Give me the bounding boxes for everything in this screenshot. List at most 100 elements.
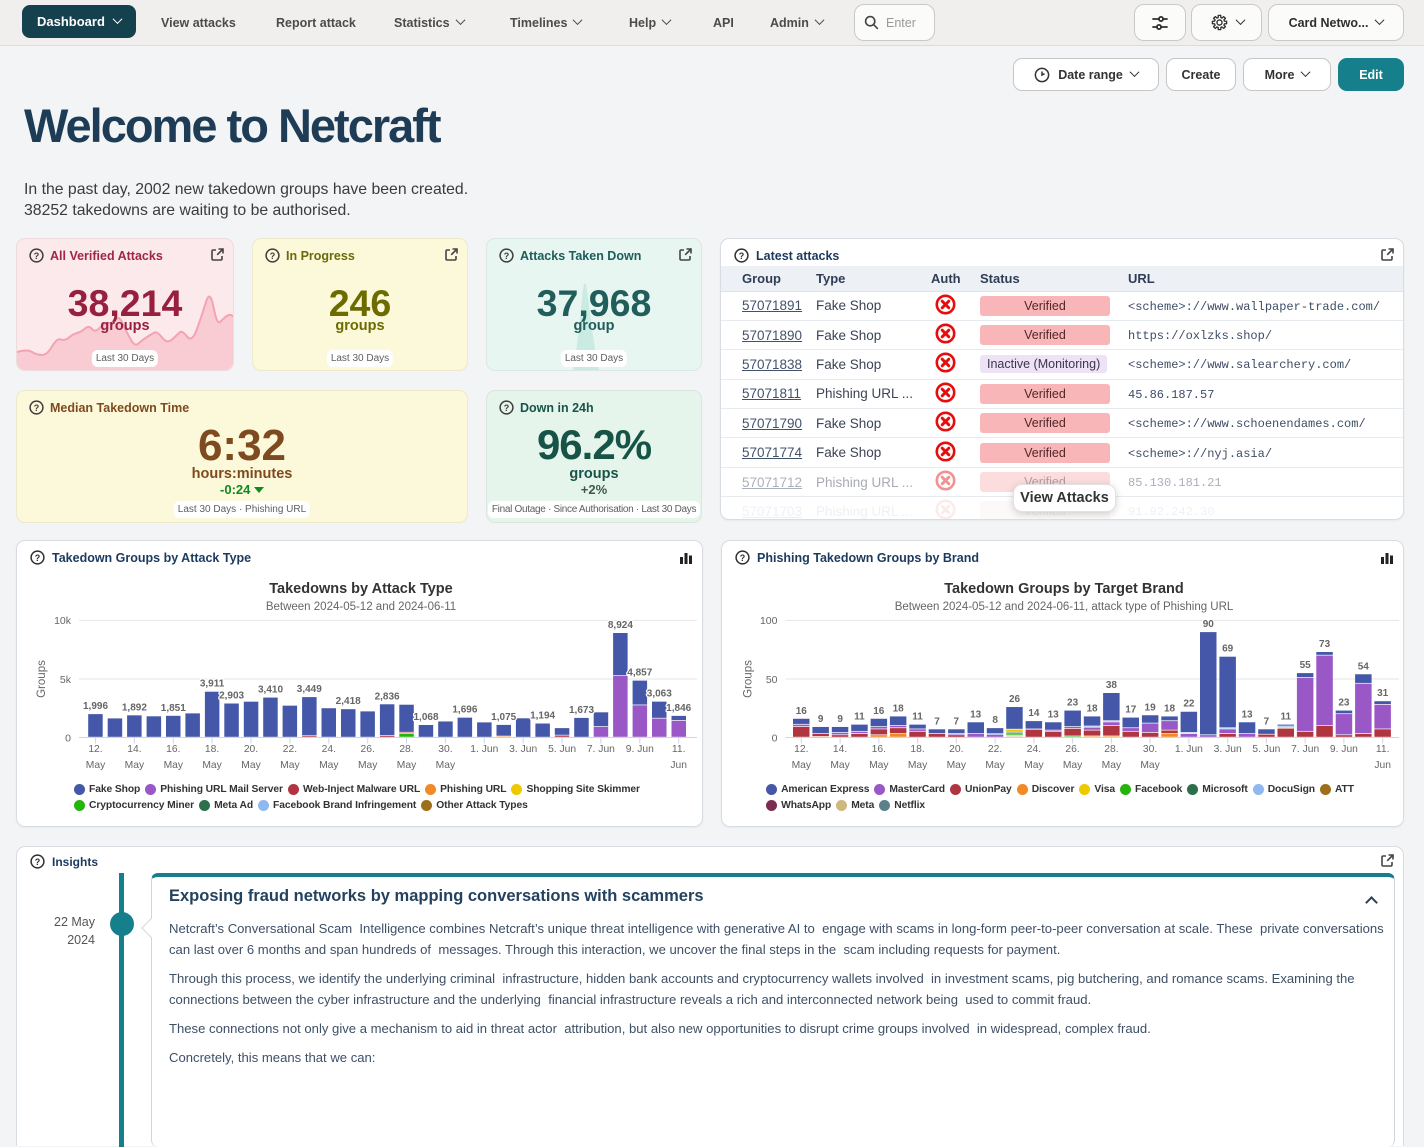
svg-text:18: 18 bbox=[1086, 703, 1098, 714]
svg-text:38: 38 bbox=[1106, 680, 1118, 691]
svg-text:23: 23 bbox=[1067, 698, 1079, 709]
svg-text:1,075: 1,075 bbox=[491, 712, 516, 723]
svg-text:3. Jun: 3. Jun bbox=[1214, 744, 1242, 755]
svg-text:Jun: Jun bbox=[1374, 760, 1391, 771]
svg-text:8: 8 bbox=[992, 715, 998, 726]
svg-text:May: May bbox=[1063, 760, 1083, 771]
svg-text:16.: 16. bbox=[166, 744, 180, 755]
svg-text:22: 22 bbox=[1183, 699, 1195, 710]
svg-text:16.: 16. bbox=[872, 744, 886, 755]
svg-text:9: 9 bbox=[837, 714, 843, 725]
svg-text:?: ? bbox=[34, 403, 40, 413]
svg-text:1,996: 1,996 bbox=[83, 701, 108, 712]
svg-text:May: May bbox=[1140, 760, 1160, 771]
svg-text:Takedown Groups by Target Bran: Takedown Groups by Target Brand bbox=[944, 581, 1184, 597]
svg-text:May: May bbox=[1024, 760, 1044, 771]
svg-text:13: 13 bbox=[1241, 709, 1253, 720]
svg-text:17: 17 bbox=[1125, 705, 1137, 716]
svg-text:May: May bbox=[436, 760, 456, 771]
svg-text:5. Jun: 5. Jun bbox=[1252, 744, 1280, 755]
svg-text:Takedowns by Attack Type: Takedowns by Attack Type bbox=[269, 581, 452, 597]
svg-text:?: ? bbox=[34, 251, 40, 261]
svg-text:8,924: 8,924 bbox=[608, 620, 633, 631]
svg-text:May: May bbox=[908, 760, 928, 771]
svg-text:22.: 22. bbox=[283, 744, 297, 755]
svg-text:26: 26 bbox=[1009, 694, 1021, 705]
svg-text:May: May bbox=[397, 760, 417, 771]
svg-text:9. Jun: 9. Jun bbox=[1330, 744, 1358, 755]
svg-text:?: ? bbox=[739, 251, 745, 261]
svg-text:11.: 11. bbox=[672, 744, 686, 755]
svg-text:11: 11 bbox=[1281, 712, 1292, 723]
svg-text:7. Jun: 7. Jun bbox=[1291, 744, 1319, 755]
svg-text:Groups: Groups bbox=[743, 660, 755, 698]
svg-text:9. Jun: 9. Jun bbox=[626, 744, 654, 755]
svg-text:13: 13 bbox=[1048, 709, 1060, 720]
svg-text:12.: 12. bbox=[88, 744, 102, 755]
svg-text:7: 7 bbox=[954, 716, 960, 727]
svg-text:7: 7 bbox=[934, 716, 940, 727]
svg-text:5k: 5k bbox=[60, 674, 72, 686]
svg-text:May: May bbox=[947, 760, 967, 771]
svg-text:May: May bbox=[164, 760, 184, 771]
svg-text:26.: 26. bbox=[361, 744, 375, 755]
svg-text:3,063: 3,063 bbox=[647, 689, 672, 700]
svg-text:May: May bbox=[830, 760, 850, 771]
svg-text:2,836: 2,836 bbox=[375, 691, 400, 702]
svg-text:?: ? bbox=[504, 403, 510, 413]
svg-text:22.: 22. bbox=[988, 744, 1002, 755]
svg-text:20.: 20. bbox=[949, 744, 963, 755]
svg-text:1,851: 1,851 bbox=[161, 703, 186, 714]
svg-text:1,696: 1,696 bbox=[452, 705, 477, 716]
svg-text:11.: 11. bbox=[1376, 744, 1390, 755]
svg-text:May: May bbox=[985, 760, 1005, 771]
svg-text:9: 9 bbox=[818, 714, 824, 725]
svg-text:1,194: 1,194 bbox=[530, 711, 555, 722]
svg-text:?: ? bbox=[270, 251, 276, 261]
svg-text:3,449: 3,449 bbox=[297, 684, 322, 695]
svg-text:16: 16 bbox=[873, 706, 885, 717]
svg-text:30.: 30. bbox=[1143, 744, 1157, 755]
svg-text:18.: 18. bbox=[910, 744, 924, 755]
svg-text:30.: 30. bbox=[438, 744, 452, 755]
svg-text:10k: 10k bbox=[54, 615, 72, 627]
svg-text:3,410: 3,410 bbox=[258, 685, 283, 696]
svg-text:14.: 14. bbox=[127, 744, 141, 755]
svg-text:13: 13 bbox=[970, 709, 982, 720]
svg-text:1,846: 1,846 bbox=[666, 703, 691, 714]
svg-text:14: 14 bbox=[1028, 708, 1040, 719]
svg-text:1. Jun: 1. Jun bbox=[1175, 744, 1203, 755]
svg-text:May: May bbox=[869, 760, 889, 771]
svg-text:69: 69 bbox=[1222, 644, 1234, 655]
svg-text:31: 31 bbox=[1377, 688, 1389, 699]
svg-text:3,911: 3,911 bbox=[200, 679, 225, 690]
svg-text:0: 0 bbox=[65, 732, 71, 744]
svg-text:11: 11 bbox=[854, 712, 865, 723]
svg-text:18: 18 bbox=[893, 703, 905, 714]
svg-text:May: May bbox=[241, 760, 261, 771]
svg-text:24.: 24. bbox=[1027, 744, 1041, 755]
svg-text:May: May bbox=[125, 760, 145, 771]
svg-text:?: ? bbox=[504, 251, 510, 261]
svg-text:23: 23 bbox=[1338, 698, 1350, 709]
svg-text:55: 55 bbox=[1300, 660, 1312, 671]
svg-text:May: May bbox=[792, 760, 812, 771]
svg-text:1,892: 1,892 bbox=[122, 702, 147, 713]
svg-text:0: 0 bbox=[772, 732, 778, 744]
svg-text:14.: 14. bbox=[833, 744, 847, 755]
svg-text:28.: 28. bbox=[1104, 744, 1118, 755]
svg-text:7. Jun: 7. Jun bbox=[587, 744, 615, 755]
svg-text:12.: 12. bbox=[794, 744, 808, 755]
svg-text:2,418: 2,418 bbox=[336, 696, 361, 707]
svg-text:16: 16 bbox=[796, 706, 808, 717]
svg-text:18.: 18. bbox=[205, 744, 219, 755]
svg-text:54: 54 bbox=[1358, 661, 1370, 672]
svg-text:May: May bbox=[319, 760, 339, 771]
svg-text:50: 50 bbox=[766, 674, 778, 686]
svg-text:19: 19 bbox=[1145, 702, 1157, 713]
svg-text:1,673: 1,673 bbox=[569, 705, 594, 716]
svg-text:Groups: Groups bbox=[36, 660, 48, 698]
svg-text:1,068: 1,068 bbox=[413, 712, 438, 723]
svg-text:?: ? bbox=[35, 857, 41, 867]
svg-text:100: 100 bbox=[760, 615, 778, 627]
